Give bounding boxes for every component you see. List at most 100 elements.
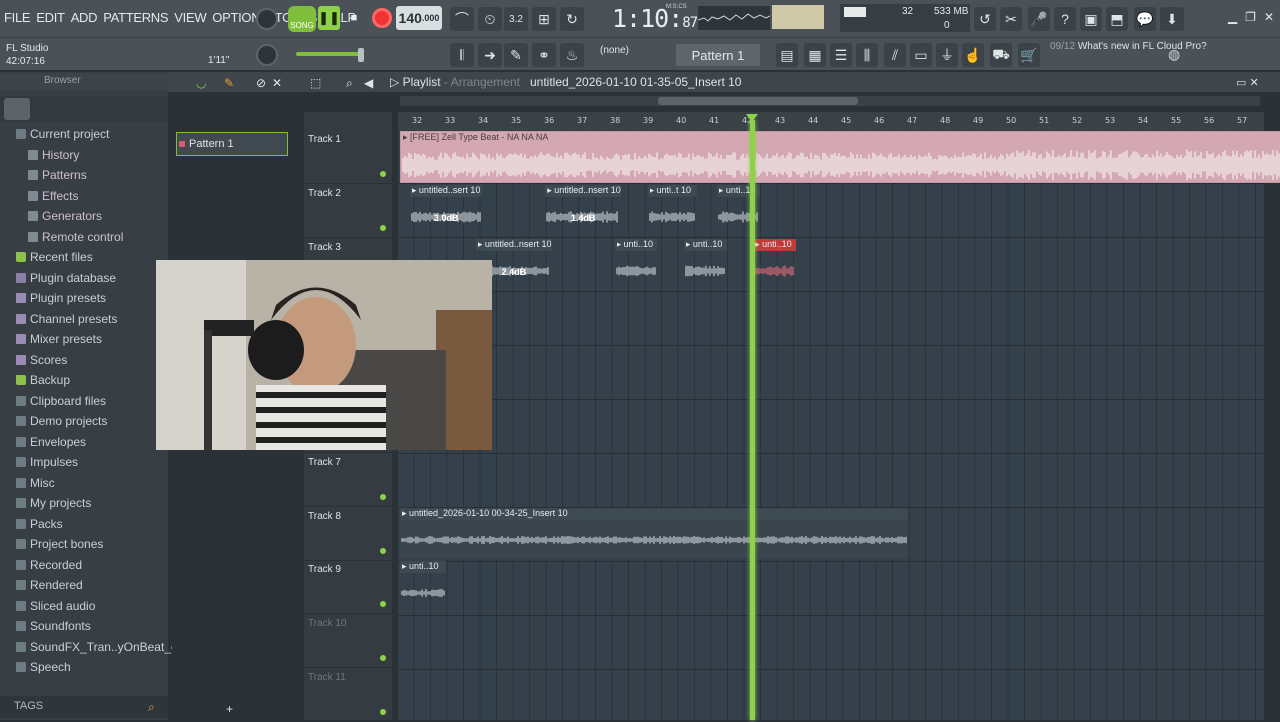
browser-item[interactable]: Generators: [28, 209, 102, 223]
browser-item[interactable]: Mixer presets: [16, 332, 102, 346]
channel-rack-icon[interactable]: ☰: [830, 43, 852, 67]
undo-icon[interactable]: ↺: [974, 7, 996, 31]
audio-clip[interactable]: ▸ unti..10: [683, 238, 727, 289]
plugin-icon[interactable]: ⏚: [936, 43, 958, 67]
track-header[interactable]: Track 1: [304, 130, 392, 184]
playlist-grid[interactable]: [398, 130, 1264, 720]
track-header[interactable]: Track 9: [304, 560, 392, 615]
loop-record-icon[interactable]: ↻: [560, 7, 584, 31]
zoom-tool-icon[interactable]: ⌕: [346, 76, 353, 91]
stop-button[interactable]: ■: [345, 7, 363, 29]
browser-item[interactable]: Plugin database: [16, 271, 116, 285]
playlist-icon[interactable]: ▤: [776, 43, 798, 67]
audio-clip[interactable]: ▸ [FREE] Zell Type Beat - NA NA NA: [400, 131, 1280, 183]
chat-icon[interactable]: 💬: [1134, 7, 1156, 31]
track-header[interactable]: Track 7: [304, 453, 392, 507]
playhead-marker[interactable]: [746, 114, 758, 122]
cart-icon[interactable]: 🛒: [1018, 43, 1040, 67]
audio-clip[interactable]: ▸ unti..10: [614, 238, 658, 289]
project-icon[interactable]: ▭: [910, 43, 932, 67]
audio-clip[interactable]: ▸ unti..t 10: [647, 184, 697, 235]
menu-patterns[interactable]: PATTERNS: [103, 10, 168, 25]
pencil-icon[interactable]: ✎: [504, 43, 528, 67]
track-led-icon[interactable]: [380, 601, 386, 608]
song-mode-button[interactable]: SONG: [288, 6, 316, 32]
touch-icon[interactable]: ☝: [962, 43, 984, 67]
mic-icon[interactable]: 🎤: [1028, 7, 1050, 31]
menu-edit[interactable]: EDIT: [36, 10, 65, 25]
help-icon[interactable]: ?: [1054, 7, 1076, 31]
record-button[interactable]: [372, 8, 392, 28]
horizontal-scrollbar[interactable]: [400, 96, 1260, 106]
browser-item[interactable]: Sliced audio: [16, 599, 95, 613]
news-panel[interactable]: 09/12 What's new in FL Cloud Pro?: [1050, 41, 1207, 53]
add-pattern-icon[interactable]: +: [226, 702, 233, 716]
download-icon[interactable]: ⬇: [1160, 7, 1184, 31]
browser-item[interactable]: Scores: [16, 353, 67, 367]
browser-toggle-icon[interactable]: ⫽: [884, 43, 906, 67]
piano-roll-icon[interactable]: ▦: [804, 43, 826, 67]
audio-clip[interactable]: ▸ untitled..nsert 10 1.4dB: [545, 184, 622, 235]
pattern-item[interactable]: Pattern 1: [176, 132, 288, 156]
browser-item[interactable]: Current project: [16, 127, 109, 141]
audio-clip[interactable]: ▸ untitled_2026-01-10 00-34-25_Insert 10: [400, 507, 909, 558]
browser-item[interactable]: Recent files: [16, 250, 93, 264]
browser-item[interactable]: Backup: [16, 373, 70, 387]
audio-clip[interactable]: ▸ unti..10: [400, 561, 447, 611]
browser-item[interactable]: Remote control: [28, 230, 123, 244]
track-led-icon[interactable]: [380, 493, 386, 500]
master-pitch-knob[interactable]: [256, 44, 278, 66]
play-mode-knob[interactable]: [256, 8, 278, 30]
browser-item[interactable]: Impulses: [16, 455, 78, 469]
snap-selector[interactable]: (none): [600, 45, 629, 56]
search-icon[interactable]: ⌕: [148, 700, 155, 715]
audio-clip[interactable]: ▸ unti..10: [753, 238, 796, 289]
save-icon[interactable]: ▣: [1080, 7, 1102, 31]
master-volume-handle[interactable]: [358, 48, 364, 62]
browser-item[interactable]: Packs: [16, 517, 63, 531]
menu-view[interactable]: VIEW: [174, 10, 206, 25]
browser-all-tab[interactable]: [4, 98, 30, 120]
render-icon[interactable]: ⬒: [1106, 7, 1128, 31]
browser-item[interactable]: Demo projects: [16, 414, 107, 428]
track-led-icon[interactable]: [380, 224, 386, 231]
browser-item[interactable]: Plugin presets: [16, 291, 106, 305]
track-header[interactable]: Track 8: [304, 507, 392, 561]
magnet-icon[interactable]: ◡: [196, 76, 206, 90]
track-header[interactable]: Track 10: [304, 614, 392, 669]
mute-tool-icon[interactable]: ✕: [272, 76, 282, 90]
speaker-tool-icon[interactable]: ◀: [364, 76, 373, 90]
playhead[interactable]: [750, 120, 755, 720]
track-header[interactable]: Track 2: [304, 184, 392, 238]
browser-item[interactable]: Misc: [16, 476, 55, 490]
browser-item[interactable]: Effects: [28, 189, 78, 203]
browser-item[interactable]: Channel presets: [16, 312, 117, 326]
browser-item[interactable]: Envelopes: [16, 435, 86, 449]
tempo-display[interactable]: 140.000: [396, 6, 442, 30]
browser-item[interactable]: History: [28, 148, 79, 162]
pattern-selector[interactable]: Pattern 1: [676, 44, 760, 66]
browser-item[interactable]: SoundFX_Tran..yOnBeat_com: [16, 640, 194, 654]
track-led-icon[interactable]: [380, 709, 386, 715]
browser-item[interactable]: Speech: [16, 660, 71, 674]
stamp-icon[interactable]: ♨: [560, 43, 584, 67]
master-volume-slider[interactable]: [296, 52, 364, 56]
playlist-window-buttons[interactable]: ▭ ✕: [1236, 76, 1259, 89]
audio-clip[interactable]: ▸ untitled..sert 10 3.0dB: [409, 184, 483, 235]
close-icon[interactable]: ✕: [1264, 10, 1274, 24]
menu-add[interactable]: ADD: [71, 10, 98, 25]
link-icon[interactable]: ⚭: [532, 43, 556, 67]
browser-item[interactable]: Patterns: [28, 168, 87, 182]
browser-item[interactable]: Soundfonts: [16, 619, 91, 633]
shop-icon[interactable]: ⛟: [990, 43, 1012, 67]
tags-bar[interactable]: TAGS: [0, 696, 168, 718]
track-led-icon[interactable]: [380, 655, 386, 662]
browser-item[interactable]: Rendered: [16, 578, 83, 592]
delete-tool-icon[interactable]: ⊘: [256, 76, 266, 90]
wait-record-icon[interactable]: ⏲: [478, 7, 502, 31]
metronome-icon[interactable]: ⌒: [450, 7, 474, 31]
pause-button[interactable]: ❚❚: [318, 6, 340, 30]
restore-icon[interactable]: ❐: [1245, 10, 1256, 24]
step-edit-icon[interactable]: ⊞: [532, 7, 556, 31]
mixer-icon[interactable]: ⫼: [856, 43, 878, 67]
